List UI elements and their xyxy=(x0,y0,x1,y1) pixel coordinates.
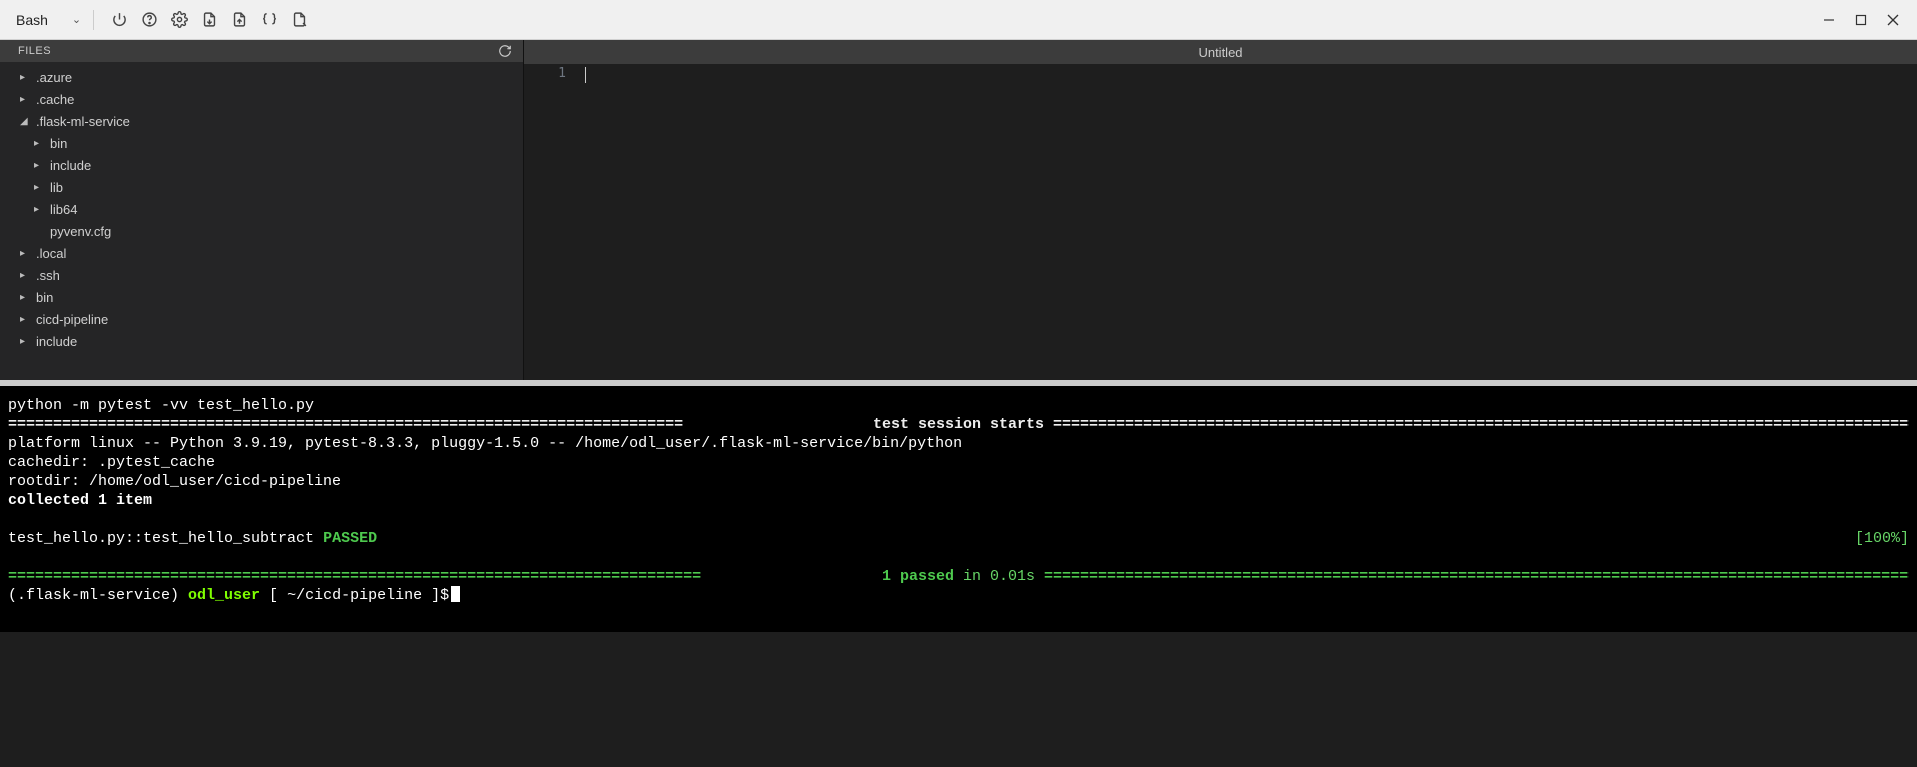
terminal-summary-pass: 1 passed xyxy=(882,567,954,586)
code-editor[interactable] xyxy=(584,64,1917,380)
folder-item-include[interactable]: ▸ include xyxy=(0,330,523,352)
line-gutter: 1 xyxy=(524,64,584,380)
prompt-user: odl_user xyxy=(188,586,269,605)
terminal-rule: ========================================… xyxy=(8,567,873,586)
maximize-button[interactable] xyxy=(1849,9,1873,31)
terminal-test-result: PASSED xyxy=(323,529,377,548)
tree-item-label: .flask-ml-service xyxy=(36,114,130,129)
editor-cursor xyxy=(585,67,586,83)
tree-item-label: .ssh xyxy=(36,268,60,283)
folder-item--cache[interactable]: ▸ .cache xyxy=(0,88,523,110)
tree-item-label: include xyxy=(36,334,77,349)
folder-item-bin[interactable]: ▸ bin xyxy=(0,132,523,154)
files-panel-header: FILES xyxy=(0,40,523,62)
file-explorer: FILES ▸ .azure ▸ .cache ◢ .flask-ml-service ▸ b… xyxy=(0,40,523,380)
tree-item-label: lib xyxy=(50,180,63,195)
tree-item-label: .azure xyxy=(36,70,72,85)
prompt-bracket-open: [ xyxy=(269,586,287,605)
top-toolbar: Bash ⌄ xyxy=(0,0,1917,40)
line-number: 1 xyxy=(524,66,566,81)
chevron-right-icon: ▸ xyxy=(34,160,46,171)
terminal-rule: ========================================… xyxy=(1053,415,1909,434)
chevron-down-icon: ⌄ xyxy=(72,13,81,26)
file-tree: ▸ .azure ▸ .cache ◢ .flask-ml-service ▸ bin ▸ inc… xyxy=(0,62,523,356)
tree-item-label: lib64 xyxy=(50,202,77,217)
terminal-test-id: test_hello.py::test_hello_subtract xyxy=(8,529,314,548)
tree-item-label: .cache xyxy=(36,92,74,107)
file-item-pyvenv-cfg[interactable]: pyvenv.cfg xyxy=(0,220,523,242)
folder-item--flask-ml-service[interactable]: ◢ .flask-ml-service xyxy=(0,110,523,132)
tree-item-label: include xyxy=(50,158,91,173)
main-split: FILES ▸ .azure ▸ .cache ◢ .flask-ml-service ▸ b… xyxy=(0,40,1917,380)
folder-item-lib64[interactable]: ▸ lib64 xyxy=(0,198,523,220)
editor-area: Untitled 1 xyxy=(523,40,1917,380)
chevron-right-icon: ▸ xyxy=(20,270,32,281)
prompt-path: ~/cicd-pipeline xyxy=(287,586,431,605)
folder-item-cicd-pipeline[interactable]: ▸ cicd-pipeline xyxy=(0,308,523,330)
refresh-icon[interactable] xyxy=(497,43,513,59)
settings-icon[interactable] xyxy=(166,7,192,33)
folder-item--local[interactable]: ▸ .local xyxy=(0,242,523,264)
new-file-icon[interactable] xyxy=(286,7,312,33)
chevron-right-icon: ▸ xyxy=(20,72,32,83)
folder-item-bin[interactable]: ▸ bin xyxy=(0,286,523,308)
terminal-cursor xyxy=(451,586,460,602)
terminal-collected: collected 1 item xyxy=(8,491,1909,510)
folder-item-include[interactable]: ▸ include xyxy=(0,154,523,176)
tree-item-label: .local xyxy=(36,246,66,261)
chevron-down-icon: ◢ xyxy=(20,116,32,127)
help-icon[interactable] xyxy=(136,7,162,33)
shell-selector[interactable]: Bash ⌄ xyxy=(8,10,94,30)
shell-label: Bash xyxy=(16,12,48,28)
terminal-session-header: test session starts xyxy=(864,415,1053,434)
terminal-platform: platform linux -- Python 3.9.19, pytest-… xyxy=(8,434,1909,453)
chevron-right-icon: ▸ xyxy=(34,204,46,215)
tree-item-label: cicd-pipeline xyxy=(36,312,108,327)
chevron-right-icon: ▸ xyxy=(20,292,32,303)
terminal-prompt-line: (.flask-ml-service) odl_user [ ~/cicd-pi… xyxy=(8,586,1909,605)
chevron-right-icon: ▸ xyxy=(20,248,32,259)
folder-item-lib[interactable]: ▸ lib xyxy=(0,176,523,198)
minimize-button[interactable] xyxy=(1817,9,1841,31)
terminal-rootdir: rootdir: /home/odl_user/cicd-pipeline xyxy=(8,472,1909,491)
folder-item--ssh[interactable]: ▸ .ssh xyxy=(0,264,523,286)
editor-tab-title[interactable]: Untitled xyxy=(1198,45,1242,60)
braces-icon[interactable] xyxy=(256,7,282,33)
close-button[interactable] xyxy=(1881,9,1905,31)
folder-item--azure[interactable]: ▸ .azure xyxy=(0,66,523,88)
chevron-right-icon: ▸ xyxy=(34,182,46,193)
terminal-cachedir: cachedir: .pytest_cache xyxy=(8,453,1909,472)
terminal-panel[interactable]: python -m pytest -vv test_hello.py======… xyxy=(0,386,1917,632)
terminal-rule: ========================================… xyxy=(8,415,864,434)
editor-tabbar: Untitled xyxy=(524,40,1917,64)
chevron-right-icon: ▸ xyxy=(20,94,32,105)
chevron-right-icon: ▸ xyxy=(34,138,46,149)
files-header-label: FILES xyxy=(18,45,51,57)
tree-item-label: pyvenv.cfg xyxy=(50,224,111,239)
chevron-right-icon: ▸ xyxy=(20,336,32,347)
terminal-rule: ========================================… xyxy=(1044,567,1909,586)
terminal-command: python -m pytest -vv test_hello.py xyxy=(8,396,1909,415)
chevron-right-icon: ▸ xyxy=(20,314,32,325)
terminal-test-pct: [100%] xyxy=(1855,529,1909,548)
upload-file-icon[interactable] xyxy=(196,7,222,33)
tree-item-label: bin xyxy=(50,136,67,151)
prompt-bracket-close: ]$ xyxy=(431,586,449,605)
tree-item-label: bin xyxy=(36,290,53,305)
terminal-summary-time: in 0.01s xyxy=(954,567,1035,586)
download-file-icon[interactable] xyxy=(226,7,252,33)
power-icon[interactable] xyxy=(106,7,132,33)
prompt-venv: (.flask-ml-service) xyxy=(8,586,188,605)
